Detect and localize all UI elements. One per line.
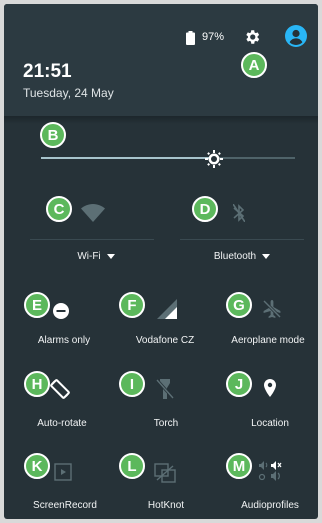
annotation-badge-c: C (46, 196, 72, 222)
bluetooth-label[interactable]: Bluetooth (200, 251, 284, 262)
annotation-badge-j: J (226, 371, 252, 397)
quick-settings-panel: 97% 21:51 Tuesday, 24 May Wi-Fi Bluetoot… (4, 4, 318, 519)
bluetooth-off-icon[interactable] (233, 204, 245, 222)
brightness-slider-fill (41, 157, 219, 159)
audio-profiles-icon[interactable] (258, 461, 282, 483)
hotknot-icon[interactable] (154, 463, 176, 483)
tile-location-label[interactable]: Location (220, 418, 318, 429)
tile-vodafone-label[interactable]: Vodafone CZ (115, 335, 215, 346)
bluetooth-divider (180, 239, 304, 240)
battery-icon (186, 31, 195, 45)
screen-record-icon[interactable] (54, 463, 72, 481)
tile-audioprofiles-label[interactable]: Audioprofiles (220, 500, 318, 511)
torch-off-icon[interactable] (156, 378, 174, 400)
tile-aeroplane-mode-label[interactable]: Aeroplane mode (216, 335, 318, 346)
wifi-divider (30, 239, 154, 240)
annotation-badge-k: K (24, 453, 50, 479)
airplane-off-icon[interactable] (262, 299, 282, 319)
wifi-off-icon[interactable] (81, 204, 105, 222)
clock-time: 21:51 (23, 61, 72, 82)
rotate-icon[interactable] (48, 377, 72, 401)
signal-icon[interactable] (157, 299, 177, 319)
annotation-badge-l: L (119, 453, 145, 479)
tile-alarms-only-label[interactable]: Alarms only (14, 335, 114, 346)
wifi-dropdown-caret-icon (106, 253, 115, 259)
annotation-badge-e: E (24, 292, 50, 318)
settings-gear-icon[interactable] (243, 28, 261, 46)
brightness-slider-thumb-icon[interactable] (205, 150, 223, 168)
annotation-badge-h: H (24, 371, 50, 397)
annotation-badge-i: I (119, 371, 145, 397)
annotation-badge-m: M (226, 453, 252, 479)
annotation-badge-d: D (192, 196, 218, 222)
do-not-disturb-icon[interactable] (53, 303, 69, 319)
annotation-badge-a: A (241, 52, 267, 78)
location-pin-icon[interactable] (263, 379, 277, 397)
annotation-badge-b: B (40, 122, 66, 148)
tile-screenrecord-label[interactable]: ScreenRecord (10, 500, 120, 511)
bluetooth-dropdown-caret-icon (262, 253, 271, 259)
clock-date[interactable]: Tuesday, 24 May (23, 86, 114, 100)
tile-hotknot-label[interactable]: HotKnot (116, 500, 216, 511)
tile-torch-label[interactable]: Torch (116, 418, 216, 429)
annotation-badge-f: F (119, 292, 145, 318)
battery-percent: 97% (202, 31, 225, 43)
wifi-label[interactable]: Wi-Fi (56, 251, 136, 262)
annotation-badge-g: G (226, 292, 252, 318)
tile-auto-rotate-label[interactable]: Auto-rotate (12, 418, 112, 429)
user-avatar-icon[interactable] (285, 25, 307, 47)
